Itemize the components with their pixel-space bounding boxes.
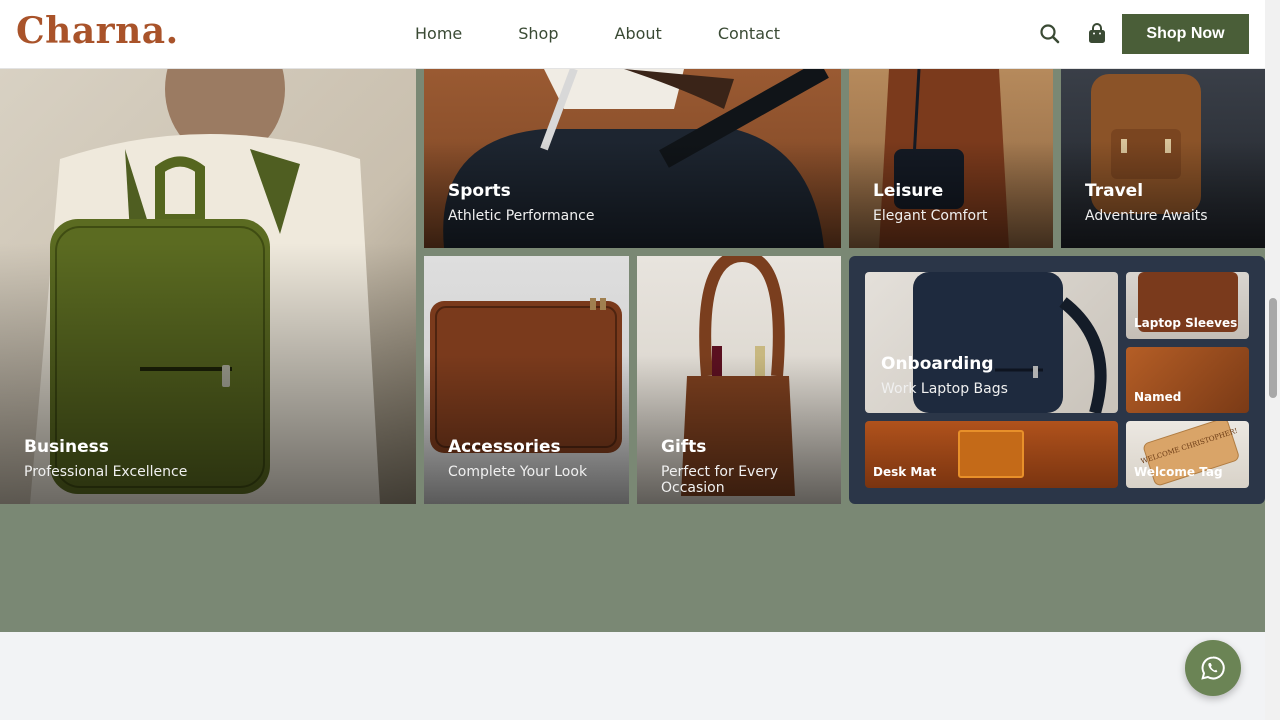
- onboarding-item-label: Named: [1134, 390, 1182, 404]
- onboarding-item-welcome-tag[interactable]: WELCOME CHRISTOPHER! Welcome Tag: [1126, 421, 1249, 488]
- onboarding-item-label: Welcome Tag: [1134, 465, 1223, 479]
- category-card-business[interactable]: Business Professional Excellence: [0, 69, 416, 504]
- card-subtitle: Professional Excellence: [24, 464, 188, 480]
- onboarding-item-named[interactable]: Named: [1126, 347, 1249, 413]
- scrollbar-thumb[interactable]: [1269, 298, 1277, 398]
- category-card-sports[interactable]: Sports Athletic Performance: [424, 69, 841, 248]
- card-subtitle: Adventure Awaits: [1085, 208, 1208, 224]
- brand-logo[interactable]: Charna.: [16, 10, 179, 52]
- shopping-bag-icon[interactable]: [1085, 22, 1109, 46]
- onboarding-main-card[interactable]: Onboarding Work Laptop Bags: [865, 272, 1118, 413]
- card-subtitle: Athletic Performance: [448, 208, 595, 224]
- onboarding-subtitle: Work Laptop Bags: [881, 381, 1008, 397]
- card-title: Business: [24, 437, 109, 457]
- category-card-leisure[interactable]: Leisure Elegant Comfort: [849, 69, 1053, 248]
- onboarding-item-desk-mat[interactable]: Desk Mat: [865, 421, 1118, 488]
- category-card-gifts[interactable]: Gifts Perfect for Every Occasion: [637, 256, 841, 504]
- next-section: [0, 632, 1265, 720]
- shop-now-button[interactable]: Shop Now: [1122, 14, 1249, 54]
- card-subtitle: Elegant Comfort: [873, 208, 988, 224]
- whatsapp-chat-button[interactable]: [1185, 640, 1241, 696]
- category-card-accessories[interactable]: Accessories Complete Your Look: [424, 256, 629, 504]
- nav-contact[interactable]: Contact: [718, 24, 780, 43]
- card-overlay: [424, 355, 629, 504]
- category-card-travel[interactable]: Travel Adventure Awaits: [1061, 69, 1265, 248]
- nav-shop[interactable]: Shop: [518, 24, 558, 43]
- card-title: Travel: [1085, 181, 1144, 201]
- onboarding-item-laptop-sleeves[interactable]: Laptop Sleeves: [1126, 272, 1249, 339]
- category-section: Business Professional Excellence Sports …: [0, 69, 1265, 632]
- nav-home[interactable]: Home: [415, 24, 462, 43]
- card-subtitle: Complete Your Look: [448, 464, 588, 480]
- site-header: Charna. Home Shop About Contact Shop Now: [0, 0, 1265, 69]
- main-nav: Home Shop About Contact: [415, 24, 780, 43]
- card-title: Gifts: [661, 437, 707, 457]
- onboarding-title: Onboarding: [881, 354, 994, 374]
- search-icon[interactable]: [1038, 22, 1062, 46]
- card-subtitle: Perfect for Every Occasion: [661, 464, 778, 496]
- card-title: Accessories: [448, 437, 561, 457]
- whatsapp-icon: [1201, 656, 1225, 680]
- onboarding-item-label: Laptop Sleeves: [1134, 316, 1238, 330]
- card-title: Sports: [448, 181, 511, 201]
- card-title: Leisure: [873, 181, 944, 201]
- onboarding-item-label: Desk Mat: [873, 465, 937, 479]
- page-scrollbar[interactable]: [1265, 0, 1280, 720]
- nav-about[interactable]: About: [615, 24, 662, 43]
- onboarding-panel: Onboarding Work Laptop Bags Laptop Sleev…: [849, 256, 1265, 504]
